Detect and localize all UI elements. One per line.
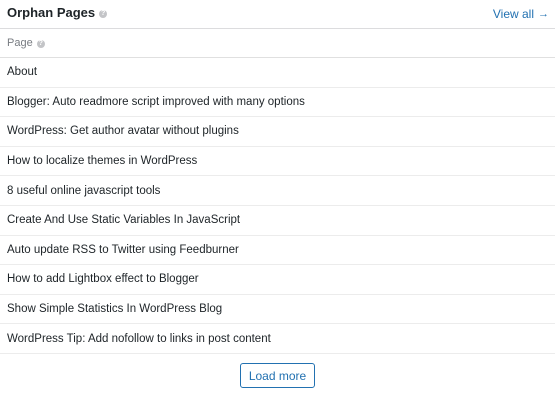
- page-title: Blogger: Auto readmore script improved w…: [7, 95, 305, 108]
- table-row[interactable]: 8 useful online javascript tools: [0, 176, 555, 206]
- orphan-pages-widget: Orphan Pages View all → Page About Blogg…: [0, 0, 555, 395]
- table-row[interactable]: Create And Use Static Variables In JavaS…: [0, 206, 555, 236]
- column-header-label: Page: [7, 37, 33, 49]
- arrow-right-icon: →: [538, 7, 549, 20]
- widget-header: Orphan Pages View all →: [0, 0, 555, 29]
- page-title: WordPress: Get author avatar without plu…: [7, 125, 239, 138]
- page-title: 8 useful online javascript tools: [7, 184, 161, 197]
- widget-footer: Load more: [0, 354, 555, 395]
- page-title: WordPress Tip: Add nofollow to links in …: [7, 332, 271, 345]
- pages-list: About Blogger: Auto readmore script impr…: [0, 58, 555, 354]
- widget-title: Orphan Pages: [7, 5, 96, 20]
- column-header-page: Page: [7, 37, 45, 49]
- view-all-label: View all: [492, 7, 534, 21]
- table-row[interactable]: Blogger: Auto readmore script improved w…: [0, 88, 555, 118]
- widget-title-wrap: Orphan Pages: [7, 5, 108, 20]
- page-title: How to localize themes in WordPress: [7, 155, 198, 168]
- column-help-icon[interactable]: [36, 39, 45, 49]
- table-row[interactable]: Show Simple Statistics In WordPress Blog: [0, 295, 555, 325]
- page-title: How to add Lightbox effect to Blogger: [7, 273, 199, 286]
- page-title: Auto update RSS to Twitter using Feedbur…: [7, 243, 239, 256]
- table-row[interactable]: About: [0, 58, 555, 88]
- table-row[interactable]: WordPress Tip: Add nofollow to links in …: [0, 324, 555, 354]
- table-row[interactable]: How to localize themes in WordPress: [0, 147, 555, 177]
- load-more-button[interactable]: Load more: [239, 363, 316, 388]
- table-row[interactable]: How to add Lightbox effect to Blogger: [0, 265, 555, 295]
- page-title: Create And Use Static Variables In JavaS…: [7, 214, 241, 227]
- table-column-header: Page: [0, 29, 555, 58]
- table-row[interactable]: Auto update RSS to Twitter using Feedbur…: [0, 236, 555, 266]
- table-row[interactable]: WordPress: Get author avatar without plu…: [0, 117, 555, 147]
- page-title: About: [7, 66, 38, 79]
- help-icon[interactable]: [99, 9, 108, 19]
- page-title: Show Simple Statistics In WordPress Blog: [7, 303, 223, 316]
- view-all-link[interactable]: View all →: [493, 7, 549, 21]
